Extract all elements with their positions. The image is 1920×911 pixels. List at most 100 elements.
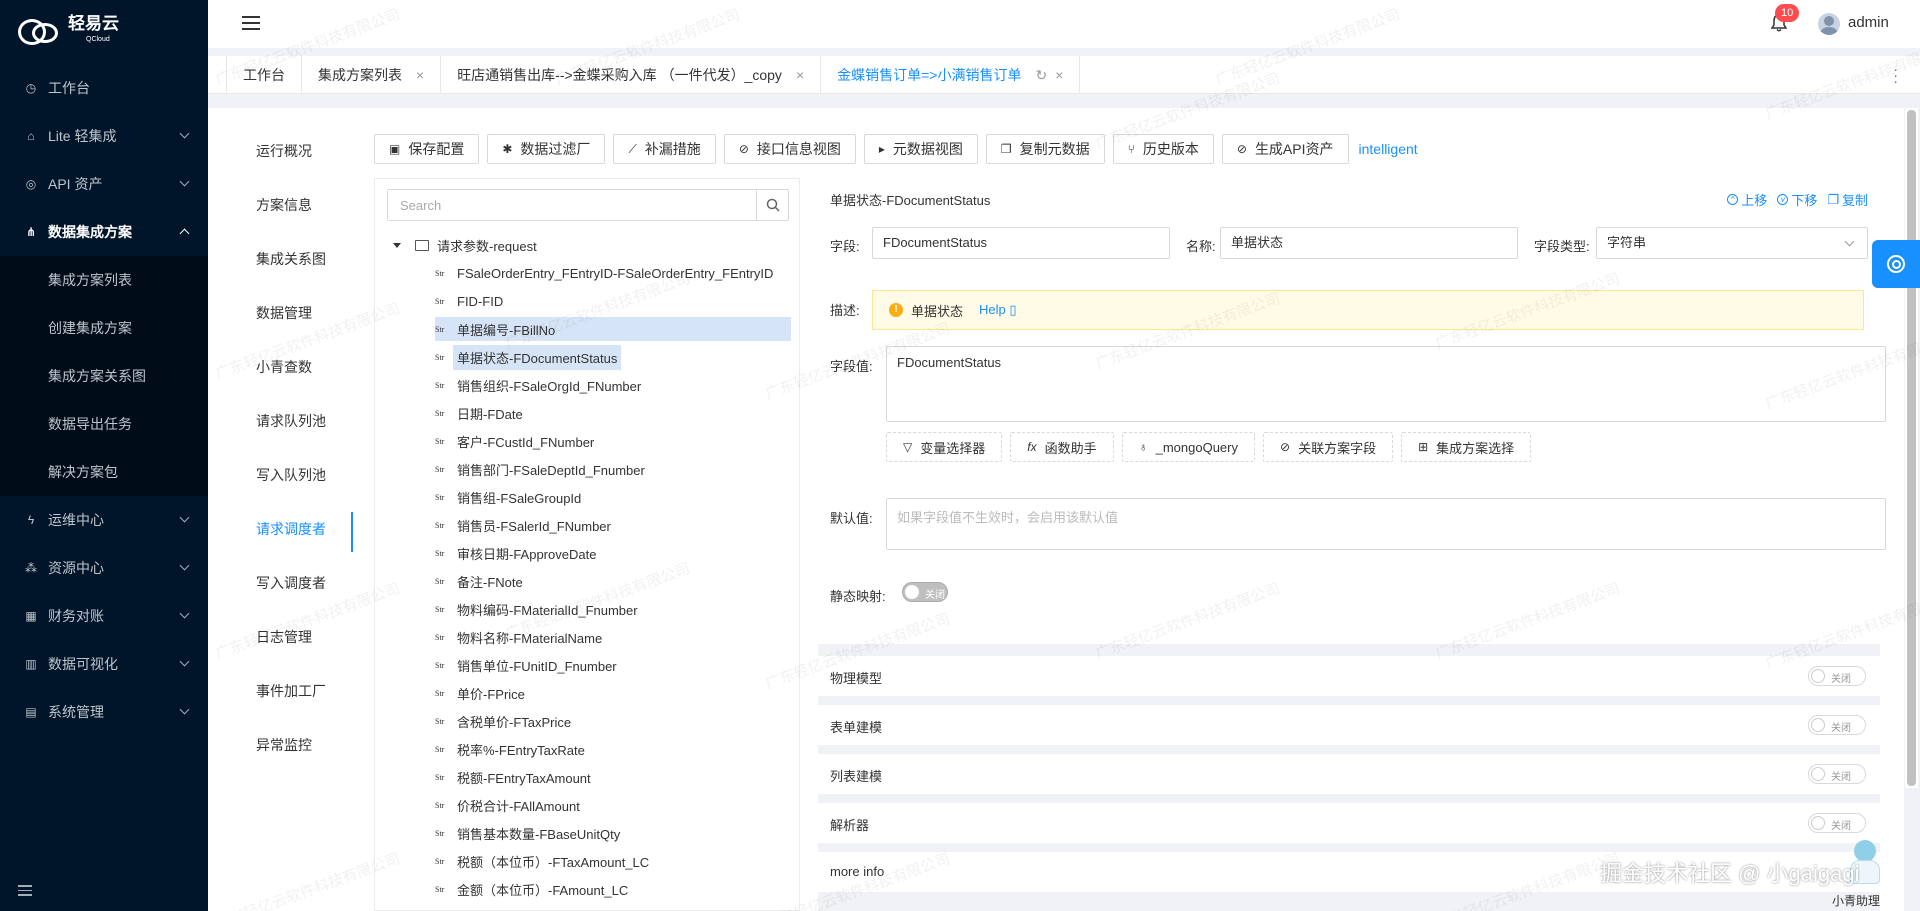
menu-item-integration[interactable]: ⋔ 数据集成方案 (0, 208, 208, 256)
generate-api-button[interactable]: ⊘ 生成API资产 (1221, 134, 1349, 164)
subnav-write-queue[interactable]: 写入队列池 (208, 448, 350, 502)
tree-leaf-node[interactable]: Str 金额（本位币）-FAmount_LC (375, 875, 799, 903)
menu-item-ops[interactable]: ϟ 运维中心 (0, 496, 208, 544)
menu-item-system[interactable]: ▤ 系统管理 (0, 688, 208, 736)
close-icon[interactable]: × (796, 67, 804, 83)
section-form-model[interactable]: 表单建模 关闭 (818, 705, 1880, 745)
tree-leaf-node[interactable]: Str 审核日期-FApproveDate (375, 539, 799, 567)
function-helper-button[interactable]: fx 函数助手 (1010, 432, 1114, 462)
tree-leaf-node[interactable]: Str 销售部门-FSaleDeptId_Fnumber (375, 455, 799, 483)
tree-leaf-node[interactable]: Str 销售组-FSaleGroupId (375, 483, 799, 511)
tree-root-node[interactable]: 请求参数-request (375, 231, 799, 259)
tree-leaf-node[interactable]: Str 销售基本数量-FBaseUnitQty (375, 819, 799, 847)
more-icon[interactable]: · · · (1893, 62, 1898, 88)
submenu-item-plan-graph[interactable]: 集成方案关系图 (0, 352, 208, 400)
tab-wdt-plan[interactable]: 旺店通销售出库-->金蝶采购入库 （一件代发）_copy × (441, 56, 822, 94)
tree-leaf-node[interactable]: Str 日期-FDate (375, 399, 799, 427)
tree-leaf-node[interactable]: Str 单据编号-FBillNo (375, 315, 799, 343)
tab-plan-list[interactable]: 集成方案列表 × (302, 56, 442, 94)
value-textarea[interactable]: FDocumentStatus (886, 346, 1886, 422)
history-button[interactable]: ⑂ 历史版本 (1112, 134, 1214, 164)
subnav-request-scheduler[interactable]: 请求调度者 (208, 502, 353, 556)
subnav-log[interactable]: 日志管理 (208, 610, 350, 664)
mongo-query-button[interactable]: ♁ _mongoQuery (1121, 432, 1255, 462)
name-input[interactable]: 单据状态 (1220, 227, 1518, 259)
menu-collapse-icon[interactable] (18, 885, 32, 897)
tree-leaf-node[interactable]: Str 物料名称-FMaterialName (375, 623, 799, 651)
list-model-switch[interactable]: 关闭 (1808, 764, 1866, 784)
tree-leaf-node[interactable]: Str 销售员-FSalerId_FNumber (375, 511, 799, 539)
submenu-item-solution-pack[interactable]: 解决方案包 (0, 448, 208, 496)
menu-item-finance[interactable]: ▦ 财务对账 (0, 592, 208, 640)
data-filter-button[interactable]: ✱ 数据过滤厂 (487, 134, 606, 164)
tab-kingdee-plan[interactable]: 金蝶销售订单=>小满销售订单 ↻ × (821, 56, 1081, 94)
section-parser[interactable]: 解析器 关闭 (818, 803, 1880, 843)
section-list-model[interactable]: 列表建模 关闭 (818, 754, 1880, 794)
tree-leaf-node[interactable]: Str 单价-FPrice (375, 679, 799, 707)
tree-leaf-node[interactable]: Str 单据状态-FDocumentStatus (375, 343, 799, 371)
related-field-button[interactable]: ⊘ 关联方案字段 (1263, 432, 1394, 462)
menu-item-visualization[interactable]: ▥ 数据可视化 (0, 640, 208, 688)
api-view-button[interactable]: ⊘ 接口信息视图 (723, 134, 856, 164)
type-select[interactable]: 字符串 (1596, 227, 1868, 259)
tree-leaf-node[interactable]: Str 销售组织-FSaleOrgId_FNumber (375, 371, 799, 399)
metadata-view-button[interactable]: ▸ 元数据视图 (863, 134, 978, 164)
menu-fold-icon[interactable] (242, 16, 260, 30)
intelligent-link[interactable]: intelligent (1359, 141, 1418, 157)
submenu-item-create-plan[interactable]: 创建集成方案 (0, 304, 208, 352)
default-textarea[interactable]: 如果字段值不生效时，会启用该默认值 (886, 498, 1886, 550)
avatar[interactable] (1818, 13, 1840, 35)
tree-leaf-node[interactable]: Str 价税合计-FAllAmount (375, 791, 799, 819)
save-config-button[interactable]: ▣ 保存配置 (374, 134, 480, 164)
tree-leaf-node[interactable]: Str FSaleOrderEntry_FEntryID-FSaleOrderEn… (375, 259, 799, 287)
search-button[interactable] (756, 190, 788, 220)
menu-item-lite[interactable]: ⌂ Lite 轻集成 (0, 112, 208, 160)
tree-leaf-node[interactable]: Str 税额（本位币）-FTaxAmount_LC (375, 847, 799, 875)
tree-leaf-node[interactable]: Str 含税单价-FTaxPrice (375, 707, 799, 735)
search-input[interactable] (388, 190, 748, 220)
close-icon[interactable]: × (416, 67, 424, 83)
move-up-button[interactable]: ^ 上移 (1727, 190, 1767, 209)
variable-selector-button[interactable]: ▽ 变量选择器 (886, 432, 1003, 462)
subnav-exception[interactable]: 异常监控 (208, 718, 350, 772)
static-mapping-switch[interactable]: 关闭 (902, 582, 948, 602)
submenu-item-export-task[interactable]: 数据导出任务 (0, 400, 208, 448)
menu-item-api[interactable]: ◎ API 资产 (0, 160, 208, 208)
tree-leaf-node[interactable]: Str 税率%-FEntryTaxRate (375, 735, 799, 763)
copy-metadata-button[interactable]: ❐ 复制元数据 (985, 134, 1105, 164)
form-model-switch[interactable]: 关闭 (1808, 715, 1866, 735)
tree-leaf-node[interactable]: Str 销售单位-FUnitID_Fnumber (375, 651, 799, 679)
menu-item-resources[interactable]: ⁂ 资源中心 (0, 544, 208, 592)
refresh-icon[interactable]: ↻ (1035, 67, 1047, 84)
subnav-relation-graph[interactable]: 集成关系图 (208, 232, 350, 286)
assistant-label[interactable]: 小青助理 (1832, 892, 1880, 909)
caret-down-icon[interactable] (393, 242, 401, 248)
subnav-plan-info[interactable]: 方案信息 (208, 178, 350, 232)
tree-leaf-node[interactable]: Str 备注-FNote (375, 567, 799, 595)
subnav-data-manage[interactable]: 数据管理 (208, 286, 350, 340)
tree-leaf-node[interactable]: Str 物料编码-FMaterialId_Fnumber (375, 595, 799, 623)
submenu-item-plan-list[interactable]: 集成方案列表 (0, 256, 208, 304)
section-physical-model[interactable]: 物理模型 关闭 (818, 656, 1880, 696)
logo[interactable]: 轻易云 QCloud (0, 0, 208, 64)
help-link[interactable]: Help ▯ (979, 302, 1017, 318)
subnav-event-factory[interactable]: 事件加工厂 (208, 664, 350, 718)
username[interactable]: admin (1848, 14, 1889, 31)
settings-float-button[interactable] (1872, 240, 1920, 288)
tab-workbench[interactable]: 工作台 (226, 56, 302, 94)
field-input[interactable]: FDocumentStatus (872, 227, 1170, 259)
remedy-button[interactable]: ⟋ 补漏措施 (613, 134, 716, 164)
tree-leaf-node[interactable]: Str FID-FID (375, 287, 799, 315)
copy-button[interactable]: ❐ 复制 (1827, 190, 1868, 209)
subnav-query[interactable]: 小青查数 (208, 340, 350, 394)
physical-model-switch[interactable]: 关闭 (1808, 666, 1866, 686)
subnav-overview[interactable]: 运行概况 (208, 124, 350, 178)
plan-select-button[interactable]: ⊞ 集成方案选择 (1401, 432, 1532, 462)
scrollbar[interactable] (1905, 108, 1918, 788)
move-down-button[interactable]: v 下移 (1777, 190, 1817, 209)
tree-leaf-node[interactable]: Str 税额-FEntryTaxAmount (375, 763, 799, 791)
subnav-request-queue[interactable]: 请求队列池 (208, 394, 350, 448)
parser-switch[interactable]: 关闭 (1808, 813, 1866, 833)
tree-leaf-node[interactable]: Str 客户-FCustId_FNumber (375, 427, 799, 455)
close-icon[interactable]: × (1055, 67, 1063, 83)
